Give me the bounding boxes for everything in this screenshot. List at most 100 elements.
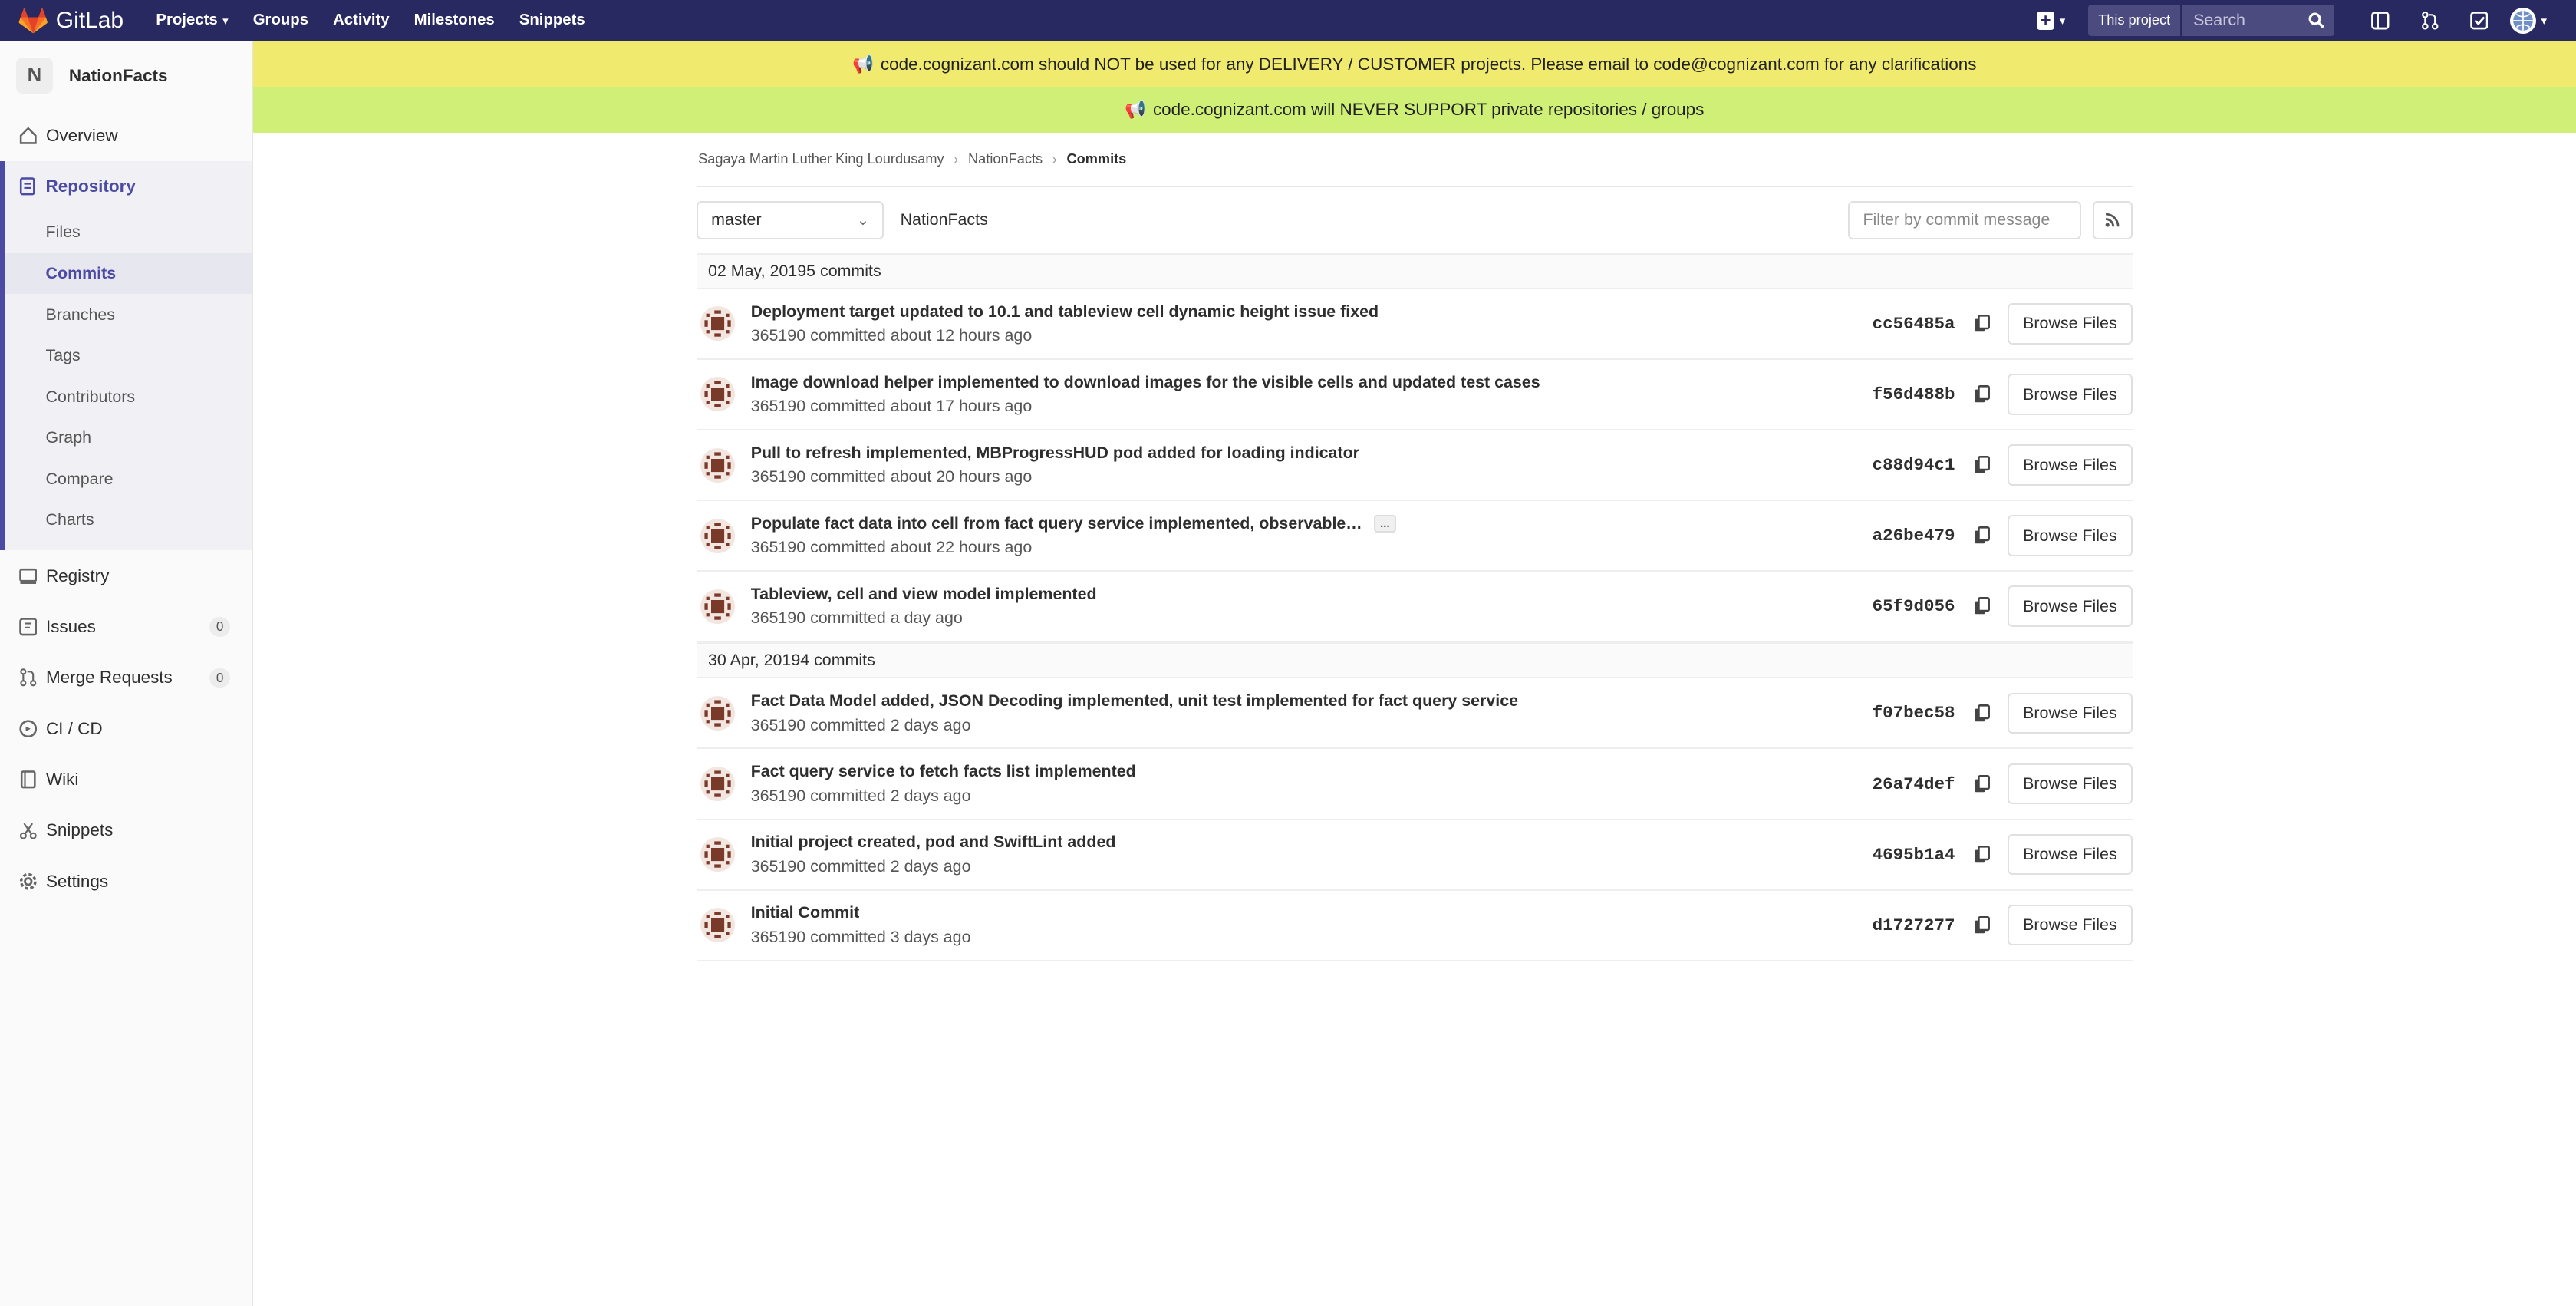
nav-snippets[interactable]: Snippets: [519, 12, 585, 29]
nav-groups[interactable]: Groups: [253, 12, 308, 29]
commit-sha[interactable]: 26a74def: [1873, 774, 1955, 794]
avatar[interactable]: [700, 447, 736, 483]
commit-filter-input[interactable]: Filter by commit message: [1848, 201, 2082, 239]
nav-label: Projects: [156, 12, 218, 29]
user-avatar-icon[interactable]: ▾: [2504, 7, 2553, 34]
sidebar-item-merge-requests[interactable]: Merge Requests 0: [0, 652, 252, 703]
branch-name: master: [711, 210, 762, 229]
sidebar-item-snippets[interactable]: Snippets: [0, 805, 252, 856]
commit-sha[interactable]: 4695b1a4: [1873, 845, 1955, 865]
sidebar-item-label: Wiki: [45, 770, 79, 789]
browse-files-button[interactable]: Browse Files: [2008, 515, 2133, 556]
avatar[interactable]: [700, 907, 736, 943]
avatar[interactable]: [700, 695, 736, 731]
commit-row: Populate fact data into cell from fact q…: [697, 501, 2133, 572]
sidebar-item-ci-cd[interactable]: CI / CD: [0, 703, 252, 754]
sidebar-item-registry[interactable]: Registry: [0, 550, 252, 601]
commit-title[interactable]: Fact Data Model added, JSON Decoding imp…: [751, 691, 1518, 711]
sidebar-item-overview[interactable]: Overview: [0, 110, 252, 160]
megaphone-icon: 📢: [852, 54, 875, 74]
nav-activity[interactable]: Activity: [333, 12, 389, 29]
copy-icon[interactable]: [1973, 597, 1991, 615]
search-input[interactable]: Search: [2182, 5, 2335, 37]
commit-title[interactable]: Initial project created, pod and SwiftLi…: [751, 833, 1116, 852]
breadcrumb-item[interactable]: NationFacts: [968, 151, 1043, 167]
commit-sha[interactable]: f56d488b: [1873, 384, 1955, 404]
commit-title-row: Populate fact data into cell from fact q…: [751, 514, 1397, 533]
gitlab-logo[interactable]: GitLab: [18, 8, 133, 34]
commit-title-row: Tableview, cell and view model implement…: [751, 585, 1097, 604]
browse-files-button[interactable]: Browse Files: [2008, 374, 2133, 415]
sidebar-subitem-tags[interactable]: Tags: [5, 335, 252, 377]
copy-icon[interactable]: [1973, 526, 1991, 545]
gear-icon: [18, 872, 38, 892]
sidebar-subitem-contributors[interactable]: Contributors: [5, 376, 252, 417]
sidebar-subitem-branches[interactable]: Branches: [5, 294, 252, 335]
copy-icon[interactable]: [1973, 915, 1991, 935]
commit-sha[interactable]: 65f9d056: [1873, 596, 1955, 616]
copy-icon[interactable]: [1973, 704, 1991, 723]
commit-title[interactable]: Deployment target updated to 10.1 and ta…: [751, 302, 1379, 322]
project-name: NationFacts: [68, 65, 168, 85]
todo-check-icon[interactable]: [2455, 12, 2504, 30]
browse-files-button[interactable]: Browse Files: [2008, 303, 2133, 345]
copy-icon[interactable]: [1973, 385, 1991, 404]
commit-title[interactable]: Fact query service to fetch facts list i…: [751, 762, 1136, 781]
sidebar-icon[interactable]: [2356, 12, 2405, 30]
rss-feed-button[interactable]: [2093, 201, 2133, 239]
commit-title-row: Fact query service to fetch facts list i…: [751, 762, 1136, 781]
commit-title[interactable]: Pull to refresh implemented, MBProgressH…: [751, 444, 1359, 463]
sidebar-item-wiki[interactable]: Wiki: [0, 754, 252, 805]
sidebar-subitem-files[interactable]: Files: [5, 212, 252, 253]
avatar[interactable]: [700, 836, 736, 872]
commit-title[interactable]: Initial Commit: [751, 903, 860, 922]
browse-files-button[interactable]: Browse Files: [2008, 585, 2133, 628]
copy-icon[interactable]: [1973, 315, 1991, 333]
commit-row: Fact Data Model added, JSON Decoding imp…: [697, 678, 2133, 750]
commit-sha[interactable]: d1727277: [1873, 915, 1955, 935]
commit-row: Initial project created, pod and SwiftLi…: [697, 820, 2133, 891]
sidebar-subitem-charts[interactable]: Charts: [5, 500, 252, 541]
copy-icon[interactable]: [1973, 774, 1991, 793]
commit-title[interactable]: Populate fact data into cell from fact q…: [751, 514, 1362, 533]
avatar[interactable]: [700, 589, 736, 625]
avatar[interactable]: [700, 518, 736, 554]
search-scope-badge[interactable]: This project: [2088, 5, 2180, 37]
merge-request-icon[interactable]: [2405, 11, 2454, 30]
browse-files-button[interactable]: Browse Files: [2008, 444, 2133, 486]
sidebar-subitem-commits[interactable]: Commits: [5, 252, 252, 295]
avatar[interactable]: [700, 305, 736, 341]
browse-files-button[interactable]: Browse Files: [2008, 904, 2133, 946]
commit-sha[interactable]: a26be479: [1873, 526, 1955, 546]
avatar[interactable]: [700, 376, 736, 412]
sidebar-subitem-compare[interactable]: Compare: [5, 458, 252, 500]
breadcrumb-item[interactable]: Sagaya Martin Luther King Lourdusamy: [698, 151, 944, 167]
commit-sha[interactable]: f07bec58: [1873, 703, 1955, 723]
browse-files-button[interactable]: Browse Files: [2008, 692, 2133, 734]
sidebar-item-repository[interactable]: Repository: [5, 161, 252, 212]
new-item-dropdown[interactable]: + ▾: [2036, 11, 2065, 30]
copy-icon[interactable]: [1973, 456, 1991, 474]
commit-title[interactable]: Image download helper implemented to dow…: [751, 373, 1540, 392]
commit-title[interactable]: Tableview, cell and view model implement…: [751, 585, 1097, 604]
nav-milestones[interactable]: Milestones: [414, 12, 495, 29]
sidebar-item-issues[interactable]: Issues 0: [0, 602, 252, 652]
sidebar-item-settings[interactable]: Settings: [0, 856, 252, 907]
sidebar-subitem-graph[interactable]: Graph: [5, 417, 252, 459]
registry-icon: [18, 566, 38, 586]
commit-text: Fact Data Model added, JSON Decoding imp…: [751, 691, 1518, 734]
sidebar-section-repository: Repository Files Commits Branches Tags Contri…: [0, 160, 252, 551]
sidebar-item-label: CI / CD: [45, 718, 103, 738]
commit-sha[interactable]: cc56485a: [1873, 314, 1955, 334]
commit-meta: 365190 committed 2 days ago: [750, 786, 971, 805]
sidebar-item-label: Repository: [45, 176, 136, 196]
copy-icon[interactable]: [1973, 845, 1991, 864]
branch-select[interactable]: master ⌄: [697, 201, 884, 239]
nav-projects[interactable]: Projects ▾: [156, 12, 228, 29]
commit-sha[interactable]: c88d94c1: [1873, 455, 1955, 475]
browse-files-button[interactable]: Browse Files: [2008, 763, 2133, 805]
sidebar-project-header[interactable]: N NationFacts: [0, 41, 252, 110]
browse-files-button[interactable]: Browse Files: [2008, 833, 2133, 876]
avatar[interactable]: [700, 766, 736, 802]
expand-message-button[interactable]: ...: [1373, 514, 1397, 533]
